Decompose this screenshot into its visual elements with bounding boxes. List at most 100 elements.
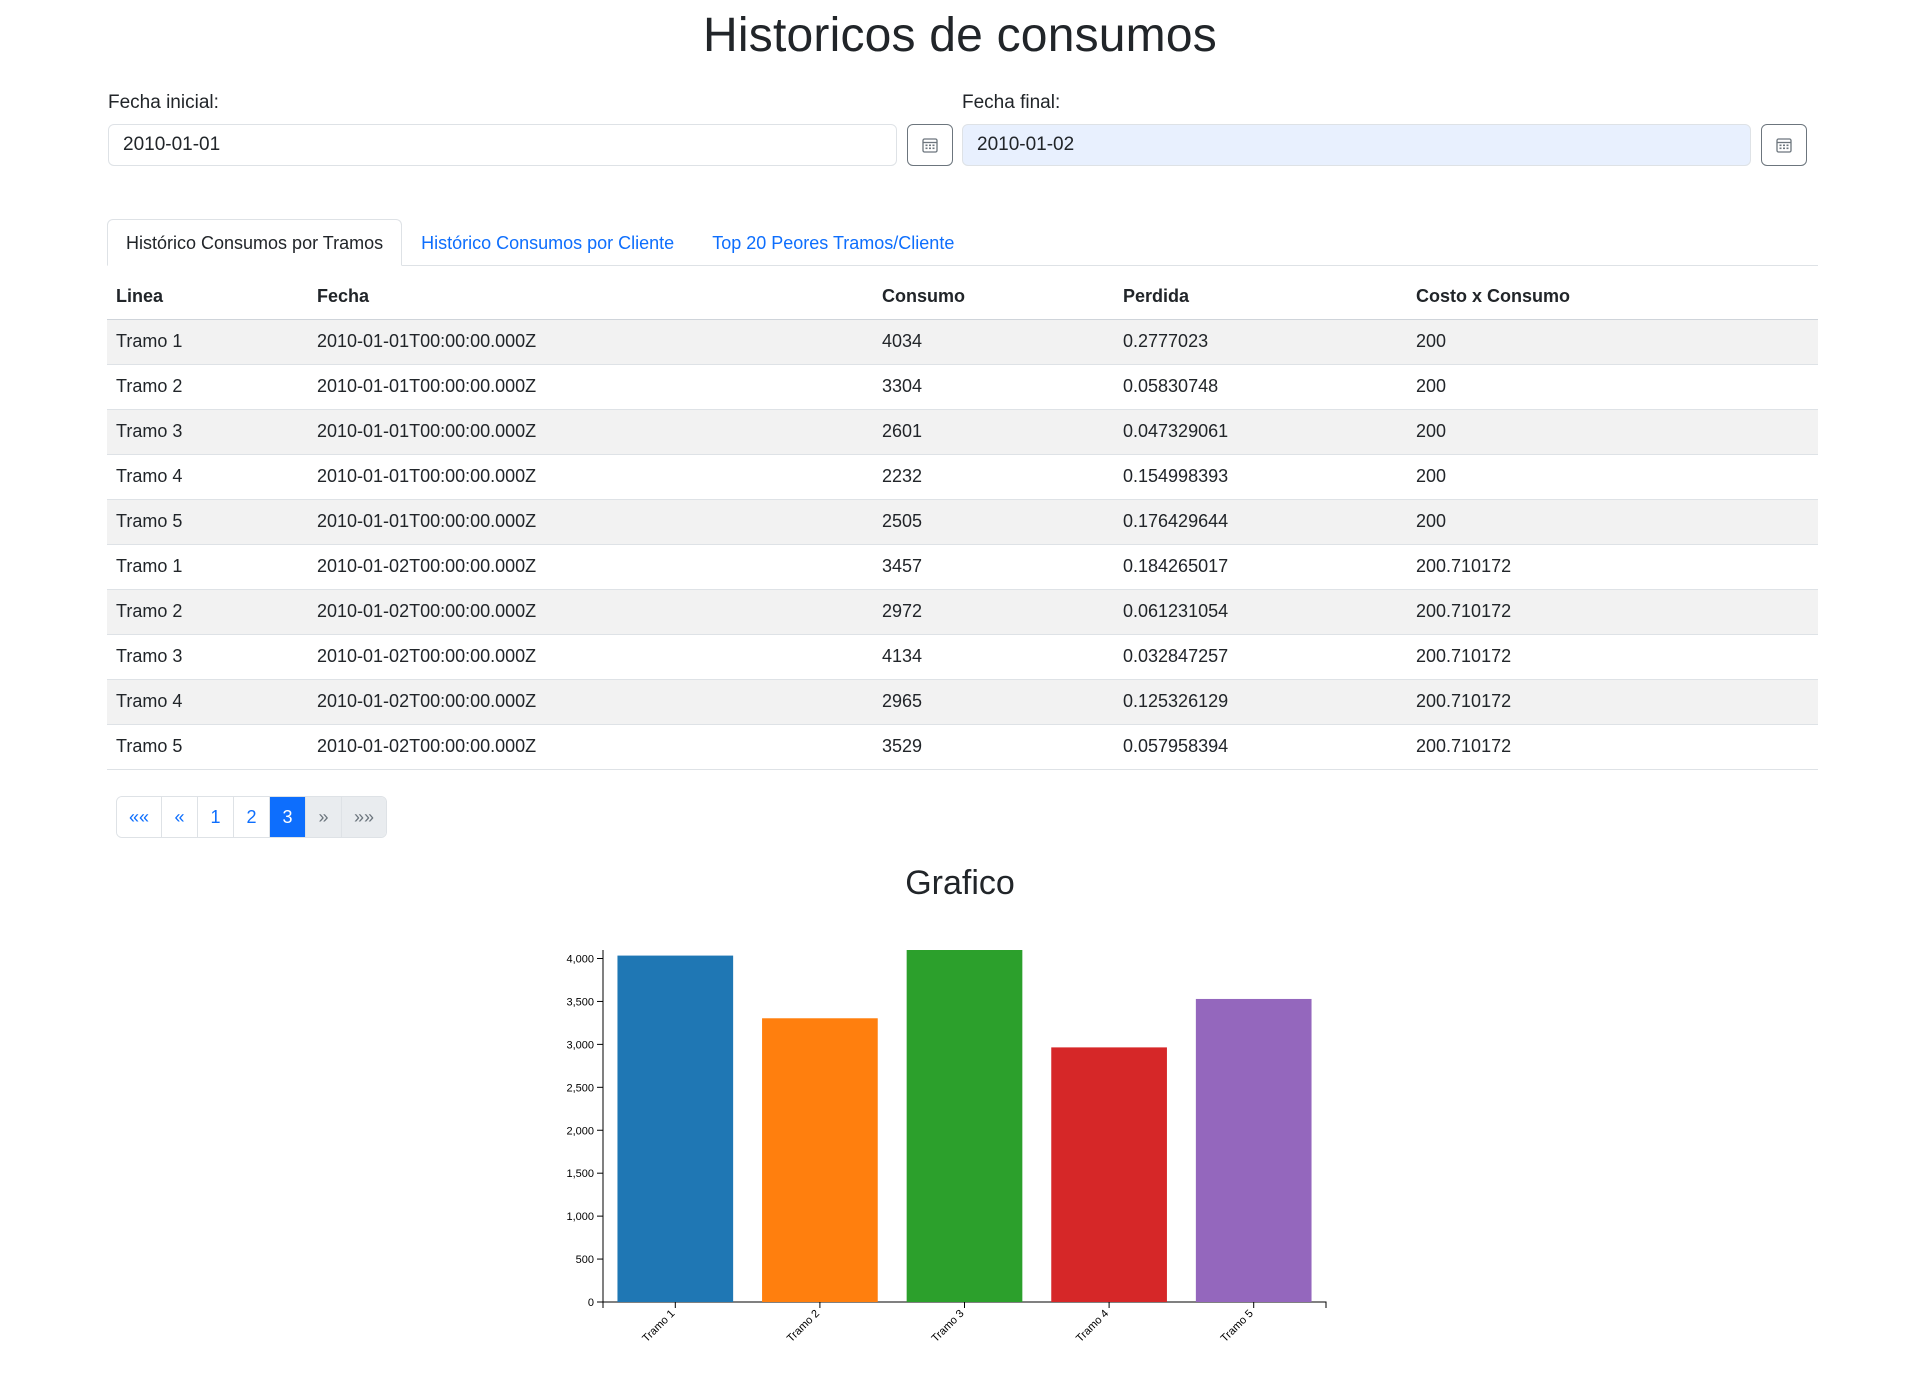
end-date-group: Fecha final: <box>962 92 1807 166</box>
table-cell: 4034 <box>873 319 1114 365</box>
table-cell: 2010-01-02T00:00:00.000Z <box>308 544 873 590</box>
bar-tramo-5[interactable] <box>1195 998 1312 1302</box>
table-cell: Tramo 1 <box>107 544 308 590</box>
table-row: Tramo 4 2010-01-02T00:00:00.000Z 2965 0.125… <box>107 679 1818 725</box>
page-title: Historicos de consumos <box>703 9 1217 62</box>
table-cell: 2010-01-01T00:00:00.000Z <box>308 319 873 365</box>
table-cell: Tramo 4 <box>107 679 308 725</box>
bar-tramo-1[interactable] <box>617 955 734 1302</box>
table-row: Tramo 2 2010-01-01T00:00:00.000Z 3304 0.058… <box>107 364 1818 410</box>
y-tick-label: 2,500 <box>566 1082 594 1094</box>
table-cell: 200 <box>1407 319 1818 365</box>
table-cell: 0.061231054 <box>1114 589 1407 635</box>
table-row: Tramo 3 2010-01-02T00:00:00.000Z 4134 0.032… <box>107 634 1818 680</box>
table-cell: 2010-01-02T00:00:00.000Z <box>308 589 873 635</box>
table-cell: Tramo 2 <box>107 364 308 410</box>
table-row: Tramo 5 2010-01-01T00:00:00.000Z 2505 0.176… <box>107 499 1818 545</box>
page-next-button[interactable]: » <box>306 797 343 837</box>
pagination: «« «1 2 3»»» <box>116 796 388 838</box>
end-date-label: Fecha final: <box>962 92 1061 113</box>
end-date-picker-button[interactable] <box>1761 124 1807 166</box>
table-cell: Tramo 3 <box>107 409 308 455</box>
table-row: Tramo 5 2010-01-02T00:00:00.000Z 3529 0.057… <box>107 724 1818 770</box>
tab-bar: Histórico Consumos por Tramos Histórico … <box>107 219 1818 266</box>
y-tick-label: 4,000 <box>566 954 594 966</box>
start-date-picker-button[interactable] <box>907 124 953 166</box>
consumos-table: Linea Fecha Consumo Perdida Costo x Cons… <box>107 274 1818 770</box>
table-cell: 2505 <box>873 499 1114 545</box>
table-cell: 3457 <box>873 544 1114 590</box>
table-cell: 2972 <box>873 589 1114 635</box>
table-cell: Tramo 5 <box>107 724 308 770</box>
page-1-button[interactable]: 1 <box>198 797 235 837</box>
table-cell: 2010-01-01T00:00:00.000Z <box>308 364 873 410</box>
tab-consumos-tramos[interactable]: Histórico Consumos por Tramos <box>107 219 403 266</box>
table-cell: Tramo 1 <box>107 319 308 365</box>
table-cell: 0.2777023 <box>1114 319 1407 365</box>
table-cell: 200.710172 <box>1407 724 1818 770</box>
y-tick-label: 3,000 <box>566 1039 594 1051</box>
table-cell: 2010-01-01T00:00:00.000Z <box>308 454 873 500</box>
table-cell: 200 <box>1407 499 1818 545</box>
table-cell: 200.710172 <box>1407 634 1818 680</box>
table-cell: 200 <box>1407 454 1818 500</box>
table-header-row: Linea Fecha Consumo Perdida Costo x Cons… <box>107 274 1818 320</box>
table-cell: 3304 <box>873 364 1114 410</box>
page-first-button[interactable]: «« <box>117 797 163 837</box>
table-cell: 2232 <box>873 454 1114 500</box>
column-header-linea[interactable]: Linea <box>107 274 308 320</box>
page-last-button[interactable]: »» <box>342 797 387 837</box>
table-cell: 2010-01-02T00:00:00.000Z <box>308 634 873 680</box>
table-row: Tramo 1 2010-01-02T00:00:00.000Z 3457 0.184… <box>107 544 1818 590</box>
table-cell: 0.057958394 <box>1114 724 1407 770</box>
start-date-label: Fecha inicial: <box>108 92 219 113</box>
column-header-perdida[interactable]: Perdida <box>1114 274 1407 320</box>
x-tick-label: Tramo 4 <box>1074 1308 1111 1345</box>
y-tick-label: 1,500 <box>566 1168 594 1180</box>
y-axis-line <box>597 950 604 1303</box>
table-cell: 2965 <box>873 679 1114 725</box>
calendar-icon <box>1776 138 1792 153</box>
x-tick-label: Tramo 3 <box>929 1308 966 1345</box>
column-header-consumo[interactable]: Consumo <box>873 274 1114 320</box>
table-cell: Tramo 4 <box>107 454 308 500</box>
tab-consumos-cliente[interactable]: Histórico Consumos por Cliente <box>402 219 693 266</box>
table-cell: 0.125326129 <box>1114 679 1407 725</box>
page-prev-button[interactable]: « <box>162 797 199 837</box>
end-date-input[interactable] <box>962 124 1751 166</box>
chart-section-title: Grafico <box>905 864 1015 902</box>
x-tick-label: Tramo 1 <box>640 1308 677 1345</box>
consumo-bar-chart: 0 500 1,000 1,500 2,000 2,500 3,000 3,500 4,000 T… <box>566 950 1327 1345</box>
tab-top20-peores[interactable]: Top 20 Peores Tramos/Cliente <box>693 219 973 266</box>
table-cell: 0.05830748 <box>1114 364 1407 410</box>
column-header-fecha[interactable]: Fecha <box>308 274 873 320</box>
table-cell: Tramo 2 <box>107 589 308 635</box>
table-cell: 200 <box>1407 364 1818 410</box>
table-cell: 200 <box>1407 409 1818 455</box>
page-3-button[interactable]: 3 <box>270 797 307 837</box>
y-tick-label: 3,500 <box>566 996 594 1008</box>
table-cell: 2010-01-01T00:00:00.000Z <box>308 499 873 545</box>
bar-tramo-3[interactable] <box>906 950 1023 1302</box>
table-cell: 200.710172 <box>1407 589 1818 635</box>
page-2-button[interactable]: 2 <box>234 797 271 837</box>
bar-tramo-4[interactable] <box>1051 1047 1167 1302</box>
table-cell: 0.032847257 <box>1114 634 1407 680</box>
y-tick-label: 0 <box>588 1297 594 1309</box>
table-row: Tramo 1 2010-01-01T00:00:00.000Z 4034 0.277… <box>107 319 1818 365</box>
start-date-input[interactable] <box>108 124 897 166</box>
table-row: Tramo 4 2010-01-01T00:00:00.000Z 2232 0.154… <box>107 454 1818 500</box>
y-tick-label: 500 <box>576 1254 594 1266</box>
table-cell: 2601 <box>873 409 1114 455</box>
table-cell: 0.154998393 <box>1114 454 1407 500</box>
bar-tramo-2[interactable] <box>762 1018 878 1302</box>
column-header-costo[interactable]: Costo x Consumo <box>1407 274 1818 320</box>
table-cell: 0.176429644 <box>1114 499 1407 545</box>
table-cell: 2010-01-02T00:00:00.000Z <box>308 724 873 770</box>
x-tick-label: Tramo 5 <box>1219 1308 1256 1345</box>
calendar-icon <box>922 138 938 153</box>
table-cell: 2010-01-01T00:00:00.000Z <box>308 409 873 455</box>
table-cell: 4134 <box>873 634 1114 680</box>
table-cell: Tramo 5 <box>107 499 308 545</box>
table-cell: 0.047329061 <box>1114 409 1407 455</box>
